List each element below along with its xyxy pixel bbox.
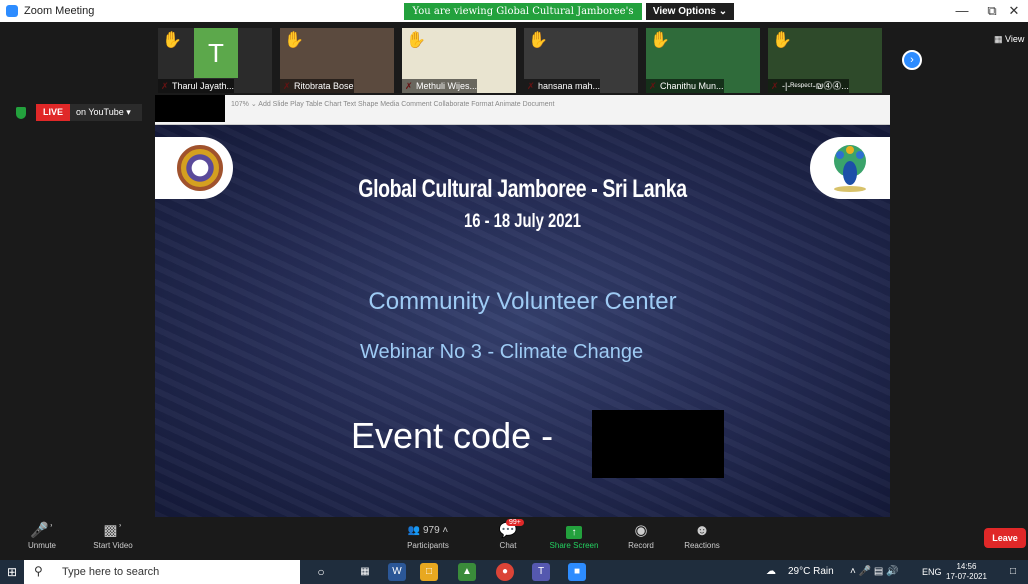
participant-tile[interactable]: ✋ ✗ hansana mah... — [524, 28, 638, 93]
peacock-mascot-icon — [834, 145, 866, 192]
shared-slide: Global Cultural Jamboree - Sri Lanka 16 … — [155, 125, 890, 517]
participants-label: Participants — [407, 541, 449, 550]
left-logo — [155, 137, 233, 199]
weather-text[interactable]: 29°C Rain — [788, 560, 834, 584]
participant-name: hansana mah... — [524, 79, 601, 93]
task-view-icon[interactable]: ▦ — [356, 563, 374, 581]
meeting-controls: 🎤ʾ Unmute ▩ʾ Start Video 👥 979 ˄ Partici… — [0, 517, 1028, 557]
slide-title: Global Cultural Jamboree - Sri Lanka — [358, 175, 687, 203]
record-label: Record — [628, 541, 654, 550]
participant-name: Tharul Jayath... — [158, 79, 235, 93]
taskbar-search[interactable]: ⚲ Type here to search — [24, 560, 300, 584]
leave-button[interactable]: Leave — [984, 528, 1026, 548]
start-video-label: Start Video — [93, 541, 133, 550]
taskbar: ⊞ ⚲ Type here to search ○ ▦ W □ ▲ ● T ■ … — [0, 560, 1028, 584]
share-screen-icon: ↑ — [566, 526, 582, 539]
video-off-icon: ▩ʾ — [103, 522, 123, 539]
redacted-event-code — [592, 410, 724, 478]
raised-hand-icon: ✋ — [406, 32, 426, 49]
participants-icon: 👥 979 ˄ — [407, 525, 449, 536]
shared-toolbar-items: 107% ⌄ Add Slide Play Table Chart Text S… — [231, 101, 555, 108]
muted-mic-icon: 🎤ʾ — [30, 522, 54, 539]
record-icon: ◉ — [634, 522, 648, 539]
live-badge[interactable]: LIVE — [36, 104, 70, 121]
participants-button[interactable]: 👥 979 ˄ Participants — [400, 521, 456, 550]
raised-hand-icon: ✋ — [284, 32, 304, 49]
slide-webinar-title: Webinar No 3 - Climate Change — [360, 341, 644, 363]
slide-subtitle: Community Volunteer Center — [368, 288, 677, 315]
raised-hand-icon: ✋ — [772, 32, 792, 49]
screen-share-banner: You are viewing Global Cultural Jamboree… — [404, 3, 642, 34]
participant-strip: T ✋ ✗ Tharul Jayath... ✋ ✗ Ritobrata Bos… — [0, 22, 1028, 95]
reactions-button[interactable]: ☻ Reactions — [680, 521, 724, 550]
participant-tile[interactable]: ✋ ✗ Methuli Wijes... — [402, 28, 516, 93]
chrome-icon[interactable]: ● — [496, 563, 514, 581]
participant-tile[interactable]: T ✋ ✗ Tharul Jayath... — [158, 28, 272, 93]
teams-icon[interactable]: T — [532, 563, 550, 581]
image-app-icon[interactable]: ▲ — [458, 563, 476, 581]
zoom-app-icon — [6, 5, 18, 17]
right-logo — [810, 137, 890, 199]
participant-tile[interactable]: ✋ ✗ Ritobrata Bose — [280, 28, 394, 93]
windows-start-icon[interactable]: ⊞ — [0, 560, 24, 584]
unmute-label: Unmute — [27, 541, 56, 550]
raised-hand-icon: ✋ — [162, 32, 182, 49]
weather-icon[interactable]: ☁ — [766, 560, 776, 584]
word-app-icon[interactable]: W — [388, 563, 406, 581]
close-button[interactable]: ✕ — [1000, 0, 1028, 22]
raised-hand-icon: ✋ — [528, 32, 548, 49]
taskbar-clock[interactable]: 14:56 17-07-2021 — [946, 562, 987, 582]
share-screen-label: Share Screen — [549, 541, 599, 550]
share-screen-button[interactable]: ↑ Share Screen — [546, 521, 602, 550]
participant-tile[interactable]: ✋ ✗ Chanithu Mun... — [646, 28, 760, 93]
participant-tile[interactable]: ✋ ✗ -|-ᴿᵉˢᵖᵉᶜᵗ-₪⓸⓸... — [768, 28, 882, 93]
clock-time: 14:56 — [956, 562, 977, 571]
avatar: T — [194, 28, 238, 78]
view-options-button[interactable]: View Options ⌄ — [646, 3, 734, 20]
zoom-window: Zoom Meeting You are viewing Global Cult… — [0, 0, 1028, 584]
cortana-icon[interactable]: ○ — [312, 563, 330, 581]
participant-count: 979 — [422, 525, 440, 536]
zoom-taskbar-icon[interactable]: ■ — [568, 563, 586, 581]
participant-name: Chanithu Mun... — [646, 79, 724, 93]
search-icon: ⚲ — [34, 564, 43, 578]
slide-event-code-label: Event code - — [351, 415, 554, 456]
tray-icons[interactable]: ˄ 🎤 ▤ 🔊 — [850, 560, 899, 584]
raised-hand-icon: ✋ — [650, 32, 670, 49]
view-button[interactable]: ▦ View — [994, 34, 1024, 45]
next-page-icon[interactable]: › — [902, 50, 922, 70]
reactions-label: Reactions — [684, 541, 720, 550]
participant-name: -|-ᴿᵉˢᵖᵉᶜᵗ-₪⓸⓸... — [768, 79, 849, 93]
live-platform-dropdown[interactable]: on YouTube ▾ — [70, 104, 142, 121]
slide-date: 16 - 18 July 2021 — [464, 211, 581, 232]
chat-unread-badge: 99+ — [506, 519, 524, 526]
redacted-area — [155, 95, 225, 122]
reactions-icon: ☻ — [694, 522, 710, 539]
shared-app-toolbar: 107% ⌄ Add Slide Play Table Chart Text S… — [155, 95, 890, 125]
window-title: Zoom Meeting — [24, 5, 95, 17]
unmute-button[interactable]: 🎤ʾ Unmute — [22, 521, 62, 550]
participant-name: Ritobrata Bose — [280, 79, 354, 93]
participant-name: Methuli Wijes... — [402, 79, 478, 93]
search-placeholder: Type here to search — [62, 566, 160, 578]
start-video-button[interactable]: ▩ʾ Start Video — [86, 521, 140, 550]
security-shield-icon[interactable] — [16, 107, 26, 119]
clock-date: 17-07-2021 — [946, 572, 987, 581]
jamboree-emblem-icon — [177, 145, 223, 191]
file-explorer-icon[interactable]: □ — [420, 563, 438, 581]
chat-label: Chat — [499, 541, 517, 550]
notifications-icon[interactable]: □ — [1010, 560, 1016, 584]
chat-button[interactable]: 💬 99+ Chat — [494, 519, 524, 550]
record-button[interactable]: ◉ Record — [624, 521, 658, 550]
input-language[interactable]: ENG — [922, 560, 942, 584]
